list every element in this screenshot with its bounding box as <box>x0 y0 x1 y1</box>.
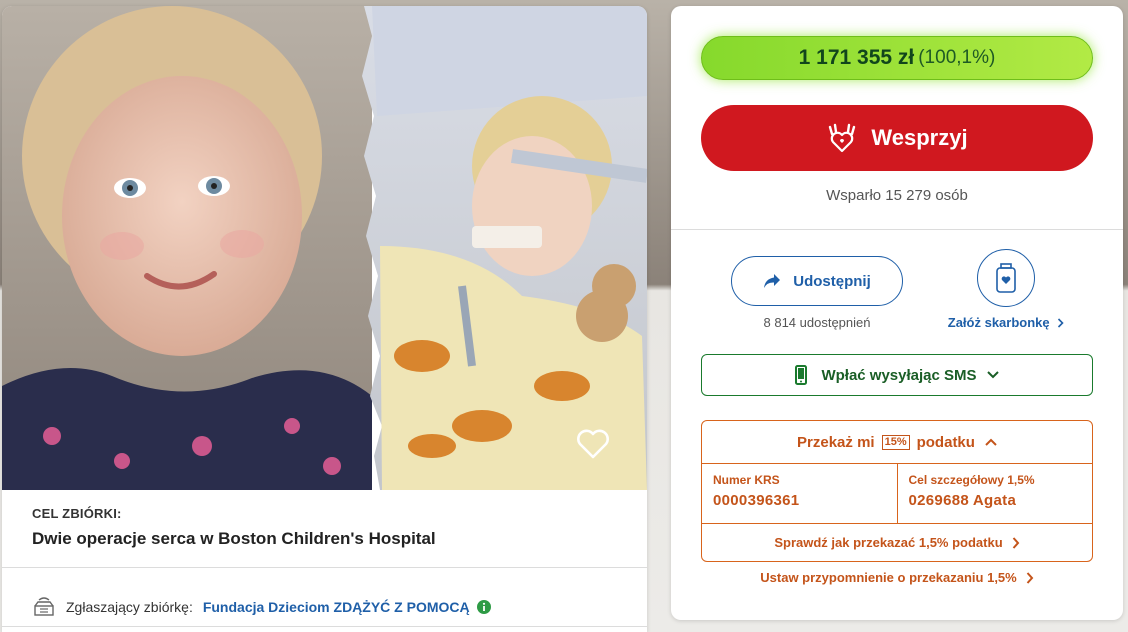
tax-reminder-link[interactable]: Ustaw przypomnienie o przekazaniu 1,5% <box>671 570 1123 585</box>
create-piggy-link[interactable]: Załóż skarbonkę <box>946 315 1066 330</box>
organizer-row: Zgłaszający zbiórkę: Fundacja Dzieciom Z… <box>2 569 647 627</box>
goal-label: CEL ZBIÓRKI: <box>32 506 122 521</box>
heart-outline-icon[interactable] <box>575 426 611 462</box>
piggy-jar-icon <box>996 263 1016 293</box>
krs-cell: Numer KRS 0000396361 <box>702 464 897 523</box>
chevron-down-icon <box>986 371 999 379</box>
goal-title: Dwie operacje serca w Boston Children's … <box>32 529 436 548</box>
krs-value: 0000396361 <box>713 492 800 509</box>
create-piggy-label: Załóż skarbonkę <box>947 315 1050 330</box>
tax-details-row: Numer KRS 0000396361 Cel szczegółowy 1,5… <box>702 464 1092 524</box>
tax-title-before: Przekaż mi <box>797 433 875 451</box>
chevron-right-icon <box>1012 536 1020 549</box>
tax-how-label: Sprawdź jak przekazać 1,5% podatku <box>774 535 1003 550</box>
chevron-up-icon <box>985 438 997 446</box>
heart-hands-icon <box>829 123 856 153</box>
tax-goal-value: 0269688 Agata <box>908 492 1017 509</box>
child-photo-collage <box>2 6 647 490</box>
goal-section: CEL ZBIÓRKI: Dwie operacje serca w Bosto… <box>2 490 647 568</box>
fundraiser-photo[interactable] <box>2 6 647 490</box>
organizer-prefix: Zgłaszający zbiórkę: <box>66 598 193 615</box>
tax-percent-badge: 15% <box>881 434 910 450</box>
raised-amount: 1 171 355 zł <box>798 46 915 69</box>
tax-goal-label: Cel szczegółowy 1,5% <box>908 473 1035 487</box>
share-button[interactable]: Udostępnij <box>731 256 903 306</box>
reminder-label: Ustaw przypomnienie o przekazaniu 1,5% <box>760 570 1017 585</box>
hands-box-icon <box>32 596 56 617</box>
raised-percent: (100,1%) <box>918 47 996 68</box>
chevron-right-icon <box>1026 571 1034 584</box>
tax-title-after: podatku <box>916 433 975 451</box>
chevron-right-icon <box>1053 315 1064 330</box>
donation-panel: 1 171 355 zł (100,1%) Wesprzyj Wsparło 1… <box>671 6 1123 620</box>
share-arrow-icon <box>764 274 781 288</box>
info-icon[interactable] <box>476 599 491 614</box>
piggy-bank-button[interactable] <box>977 249 1035 307</box>
supporters-count: Wsparło 15 279 osób <box>826 187 968 204</box>
progress-bar: 1 171 355 zł (100,1%) <box>701 36 1093 80</box>
share-count: 8 814 udostępnień <box>763 315 871 330</box>
krs-label: Numer KRS <box>713 473 780 487</box>
divider <box>671 229 1123 230</box>
organizer-link[interactable]: Fundacja Dzieciom ZDĄŻYĆ Z POMOCĄ <box>203 599 470 615</box>
tax-goal-cell: Cel szczegółowy 1,5% 0269688 Agata <box>896 464 1093 523</box>
support-button-label: Wesprzyj <box>871 125 968 150</box>
fundraiser-main-card: CEL ZBIÓRKI: Dwie operacje serca w Bosto… <box>2 6 647 632</box>
tax-how-link[interactable]: Sprawdź jak przekazać 1,5% podatku <box>702 524 1092 561</box>
tax-section: Przekaż mi 15% podatku Numer KRS 0000396… <box>701 420 1093 562</box>
sms-donate-button[interactable]: Wpłać wysyłając SMS <box>701 354 1093 396</box>
support-button[interactable]: Wesprzyj <box>701 105 1093 171</box>
share-button-label: Udostępnij <box>793 272 871 290</box>
phone-icon <box>795 365 808 385</box>
sms-button-label: Wpłać wysyłając SMS <box>821 366 977 384</box>
tax-toggle[interactable]: Przekaż mi 15% podatku <box>702 421 1092 464</box>
